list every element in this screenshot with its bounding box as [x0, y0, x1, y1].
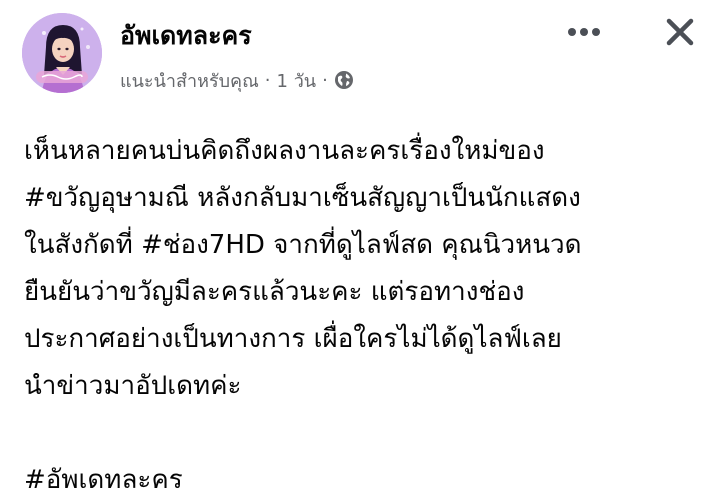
post-text-line: ประกาศอย่างเป็นทางการ เผื่อใครไม่ได้ดูไล… [24, 324, 562, 354]
meta-separator: · [322, 69, 328, 91]
post-text: เห็นหลายคนบ่นคิดถึงผลงานละครเรื่องใหม่ขอ… [24, 128, 704, 504]
post-text-line: เห็นหลายคนบ่นคิดถึงผลงานละครเรื่องใหม่ขอ… [24, 136, 545, 166]
post-text-line: นำข่าวมาอัปเดทค่ะ [24, 371, 242, 401]
more-options-button[interactable] [560, 14, 608, 50]
globe-icon[interactable] [334, 70, 354, 90]
page-name[interactable]: อัพเดทละคร [120, 16, 252, 56]
post-text-line: #ขวัญอุษามณี หลังกลับมาเซ็นสัญญาเป็นนักแ… [24, 183, 581, 213]
close-button[interactable] [656, 10, 704, 54]
more-horizontal-icon [568, 28, 600, 36]
post-meta: แนะนำสำหรับคุณ · 1 วัน · [120, 67, 354, 93]
post-text-line: ในสังกัดที่ #ช่อง7HD จากที่ดูไลฟ์สด คุณน… [24, 230, 582, 260]
close-icon [666, 18, 694, 46]
page-avatar[interactable] [22, 13, 102, 93]
meta-separator: · [264, 69, 271, 91]
post-text-line: ยืนยันว่าขวัญมีละครแล้วนะคะ แต่รอทางช่อง [24, 277, 525, 307]
post-time[interactable]: 1 วัน [277, 66, 317, 95]
hashtag-link[interactable]: #อัพเดทละคร [24, 457, 704, 504]
post-header: อัพเดทละคร แนะนำสำหรับคุณ · 1 วัน · [0, 0, 720, 110]
suggested-label: แนะนำสำหรับคุณ [120, 70, 259, 92]
